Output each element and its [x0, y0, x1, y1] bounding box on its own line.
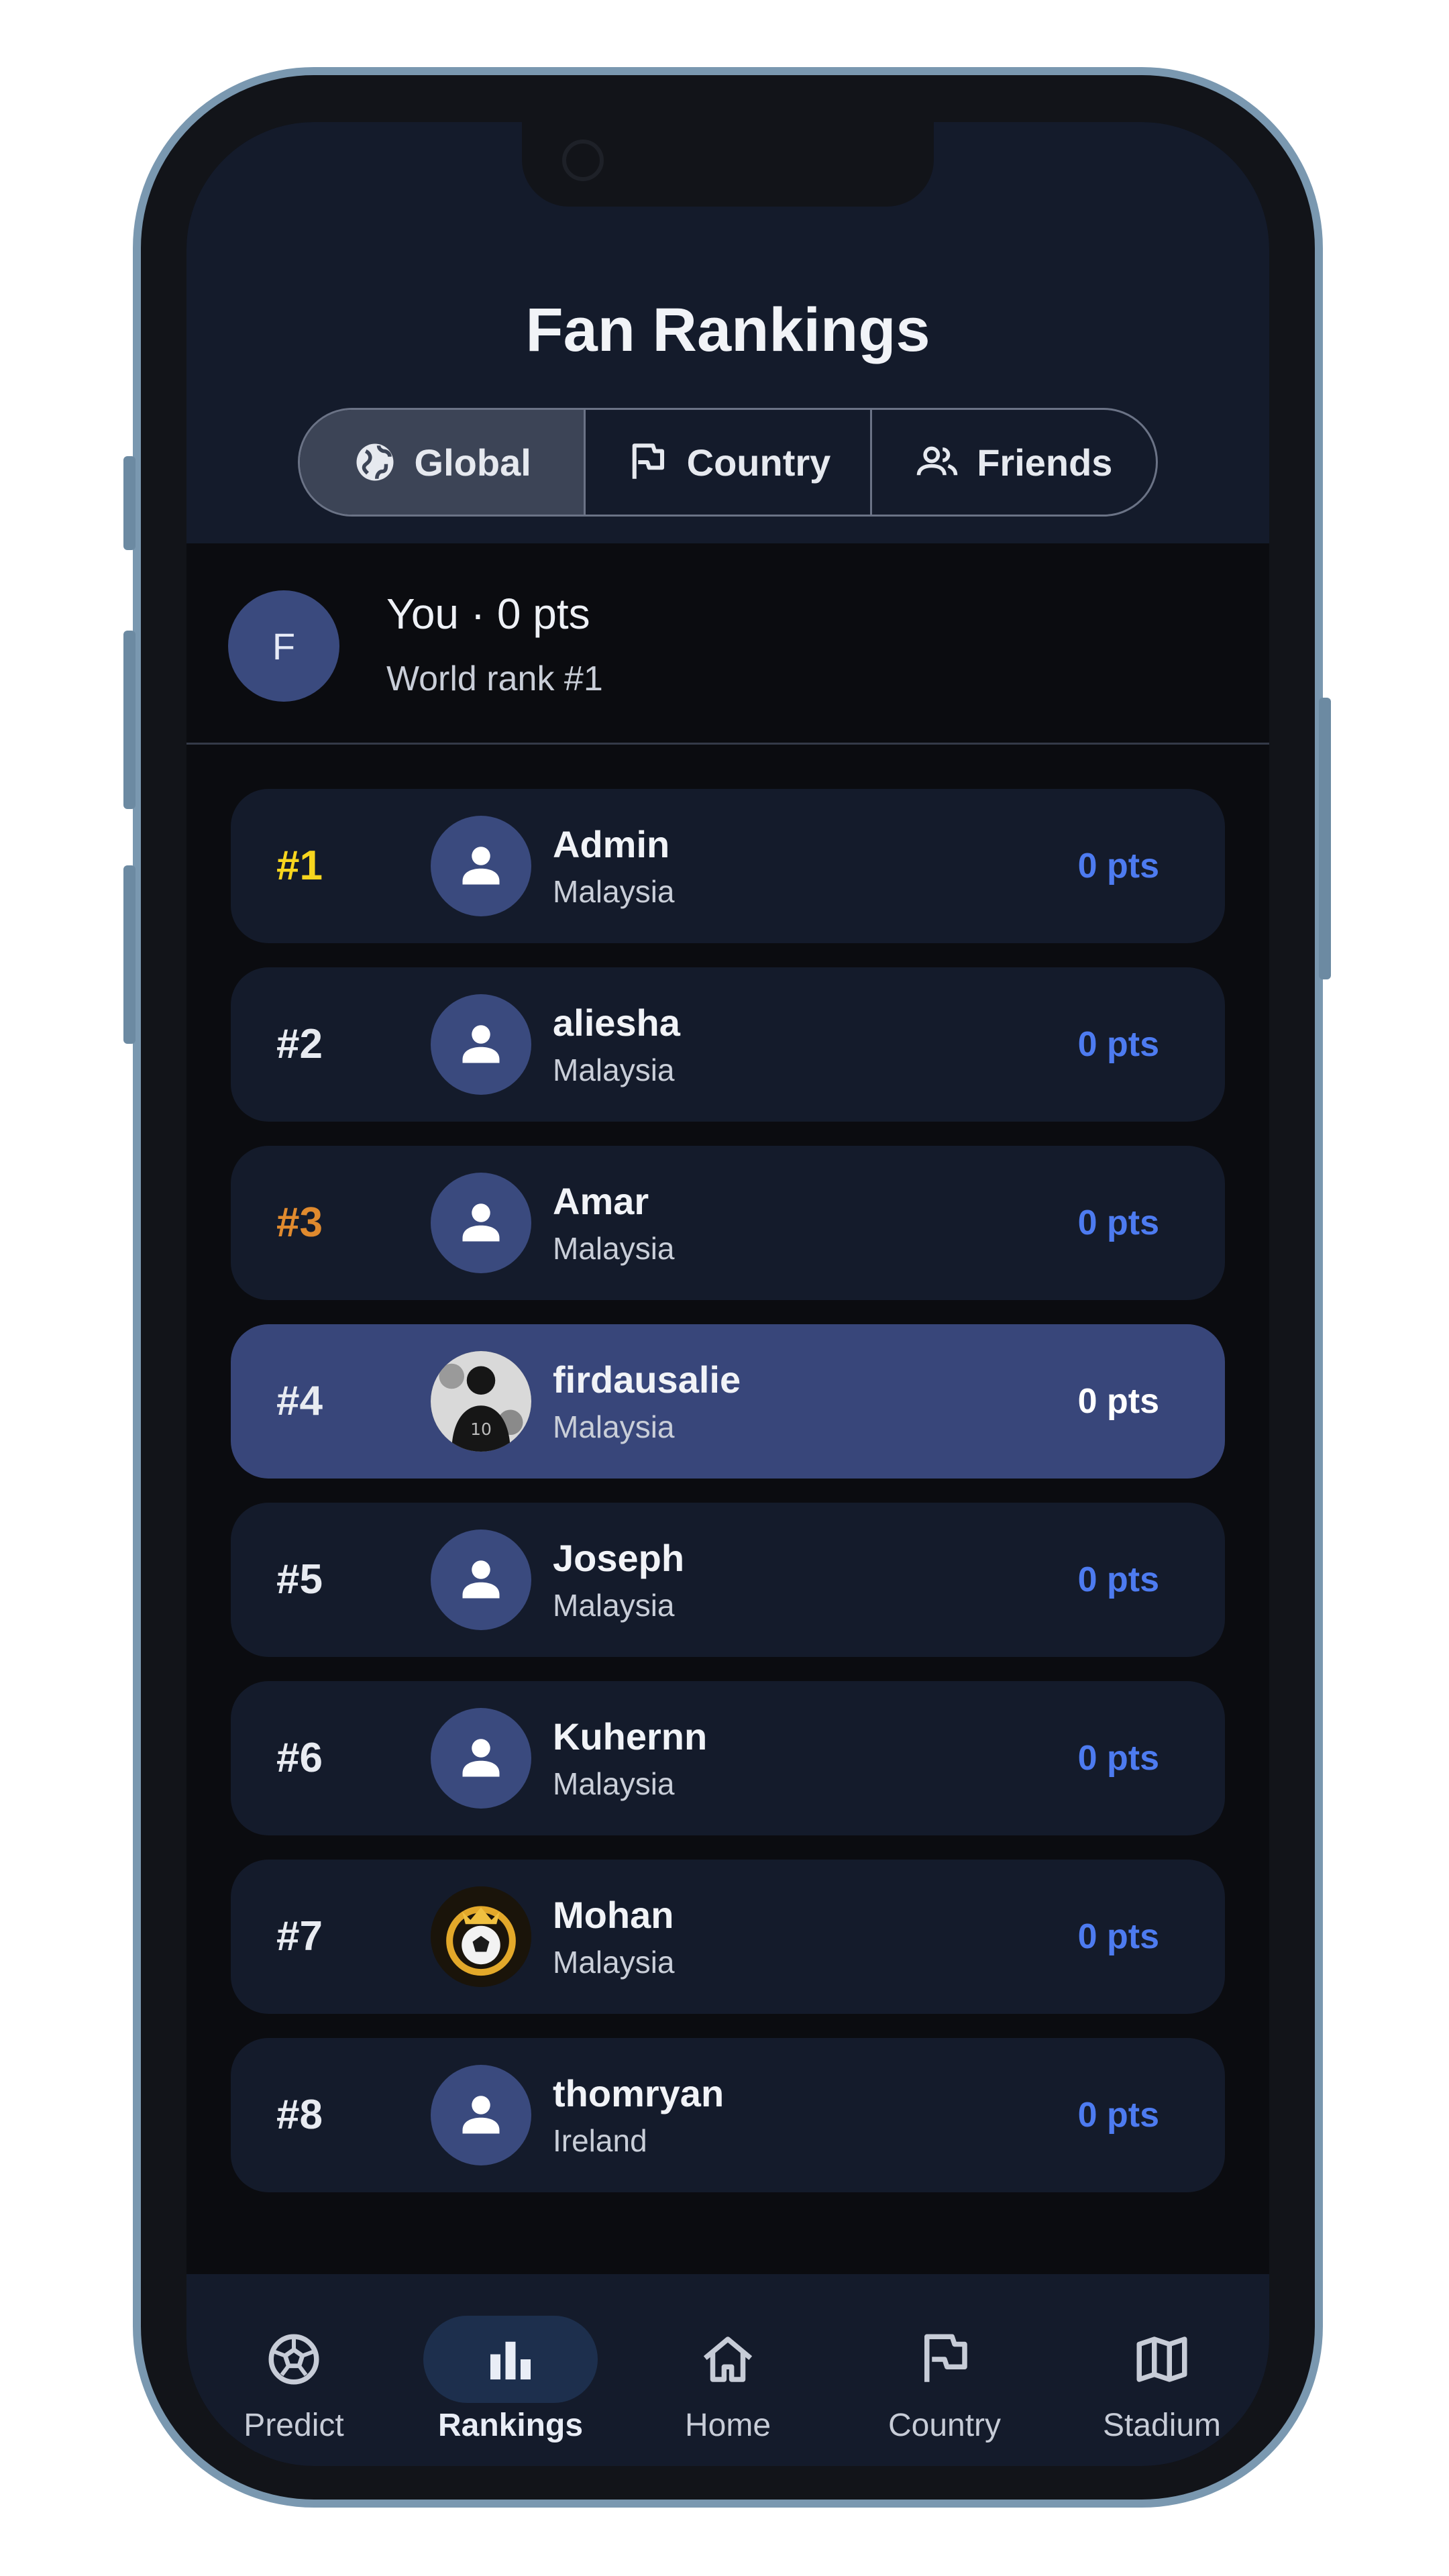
rank-number: #6: [276, 1735, 323, 1781]
scope-tabs: Global Country Friends: [298, 408, 1158, 517]
nav-stadium[interactable]: Stadium: [1061, 2316, 1263, 2444]
user-name: Joseph: [553, 1537, 685, 1579]
leaderboard-row[interactable]: #2 aliesha Malaysia 0 pts: [231, 967, 1225, 1122]
user-country: Malaysia: [553, 874, 675, 909]
user-country: Malaysia: [553, 1945, 675, 1980]
svg-text:10: 10: [470, 1419, 492, 1439]
rank-number: #8: [276, 2092, 323, 2138]
bar-chart-icon: [490, 2341, 531, 2379]
map-icon: [1136, 2337, 1187, 2382]
nav-predict-label: Predict: [244, 2408, 344, 2443]
person-icon: [431, 994, 531, 1095]
user-name: Admin: [553, 823, 670, 865]
rank-number: #4: [276, 1378, 323, 1424]
leaderboard-row[interactable]: #1 Admin Malaysia 0 pts: [231, 789, 1225, 943]
app-screen: Fan Rankings Global Country Friends F Yo…: [186, 122, 1269, 2466]
my-world-rank: World rank #1: [386, 659, 603, 698]
rank-number: #1: [276, 843, 323, 889]
mute-switch: [123, 456, 136, 550]
user-name: Amar: [553, 1180, 649, 1222]
user-name: Mohan: [553, 1894, 674, 1936]
person-icon: [431, 1708, 531, 1809]
people-icon: [916, 446, 958, 476]
player-photo-avatar: 10: [431, 1351, 531, 1452]
soccer-ball-icon: [268, 2334, 319, 2385]
leaderboard-list[interactable]: #1 Admin Malaysia 0 pts #2 aliesha Malay…: [186, 745, 1269, 2274]
tab-country-label: Country: [686, 441, 831, 484]
flag-icon: [924, 2334, 967, 2382]
volume-up-button: [123, 631, 136, 809]
leaderboard-row[interactable]: #5 Joseph Malaysia 0 pts: [231, 1503, 1225, 1657]
rank-number: #7: [276, 1913, 323, 1960]
user-points: 0 pts: [1077, 1382, 1159, 1421]
tab-global[interactable]: Global: [300, 410, 584, 515]
user-country: Malaysia: [553, 1053, 675, 1087]
notch: [522, 122, 934, 207]
rank-number: #2: [276, 1021, 323, 1067]
page-title: Fan Rankings: [525, 296, 930, 364]
rank-number: #5: [276, 1556, 323, 1603]
flag-icon: [632, 443, 664, 479]
nav-rankings[interactable]: Rankings: [410, 2316, 611, 2444]
user-points: 0 pts: [1077, 1560, 1159, 1599]
leaderboard-row[interactable]: #3 Amar Malaysia 0 pts: [231, 1146, 1225, 1300]
front-camera: [562, 140, 604, 181]
nav-country[interactable]: Country: [844, 2316, 1045, 2444]
user-points: 0 pts: [1077, 1739, 1159, 1778]
my-points: You · 0 pts: [386, 590, 590, 638]
volume-down-button: [123, 865, 136, 1044]
person-icon: [431, 1173, 531, 1273]
my-rank-summary: F You · 0 pts World rank #1: [186, 543, 1269, 745]
home-icon: [703, 2337, 753, 2382]
user-country: Malaysia: [553, 1588, 675, 1623]
user-points: 0 pts: [1077, 2096, 1159, 2135]
user-country: Malaysia: [553, 1231, 675, 1266]
user-points: 0 pts: [1077, 1917, 1159, 1956]
tab-friends[interactable]: Friends: [869, 410, 1156, 515]
user-name: firdausalie: [553, 1358, 741, 1401]
avatar: F: [228, 590, 339, 702]
nav-home[interactable]: Home: [627, 2316, 828, 2444]
user-country: Ireland: [553, 2123, 647, 2158]
person-icon: [431, 816, 531, 916]
user-name: aliesha: [553, 1002, 680, 1044]
power-button: [1319, 698, 1331, 979]
user-points: 0 pts: [1077, 1203, 1159, 1242]
bottom-navigation: Predict Rankings Home Country Stadium: [186, 2274, 1269, 2466]
leaderboard-row[interactable]: #6 Kuhernn Malaysia 0 pts: [231, 1681, 1225, 1835]
user-name: thomryan: [553, 2072, 724, 2114]
tab-friends-label: Friends: [977, 441, 1113, 484]
person-icon: [431, 2065, 531, 2165]
globe-icon: [356, 443, 394, 481]
person-icon: [431, 1529, 531, 1630]
user-points: 0 pts: [1077, 847, 1159, 885]
user-name: Kuhernn: [553, 1715, 708, 1758]
user-points: 0 pts: [1077, 1025, 1159, 1064]
leaderboard-row-current-user[interactable]: #4 10 firdausalie Malaysia 0 pts: [231, 1324, 1225, 1479]
user-country: Malaysia: [553, 1409, 675, 1444]
football-crown-avatar: [431, 1886, 531, 1987]
tab-global-label: Global: [414, 441, 531, 484]
rank-number: #3: [276, 1199, 323, 1246]
tab-country[interactable]: Country: [584, 410, 869, 515]
user-country: Malaysia: [553, 1766, 675, 1801]
nav-predict[interactable]: Predict: [193, 2316, 394, 2444]
nav-stadium-label: Stadium: [1102, 2408, 1222, 2443]
nav-rankings-label: Rankings: [437, 2408, 584, 2443]
nav-country-label: Country: [888, 2408, 1002, 2443]
leaderboard-row[interactable]: #8 thomryan Ireland 0 pts: [231, 2038, 1225, 2192]
leaderboard-row[interactable]: #7 Mohan Malaysia 0 pts: [231, 1860, 1225, 2014]
nav-home-label: Home: [684, 2408, 771, 2443]
